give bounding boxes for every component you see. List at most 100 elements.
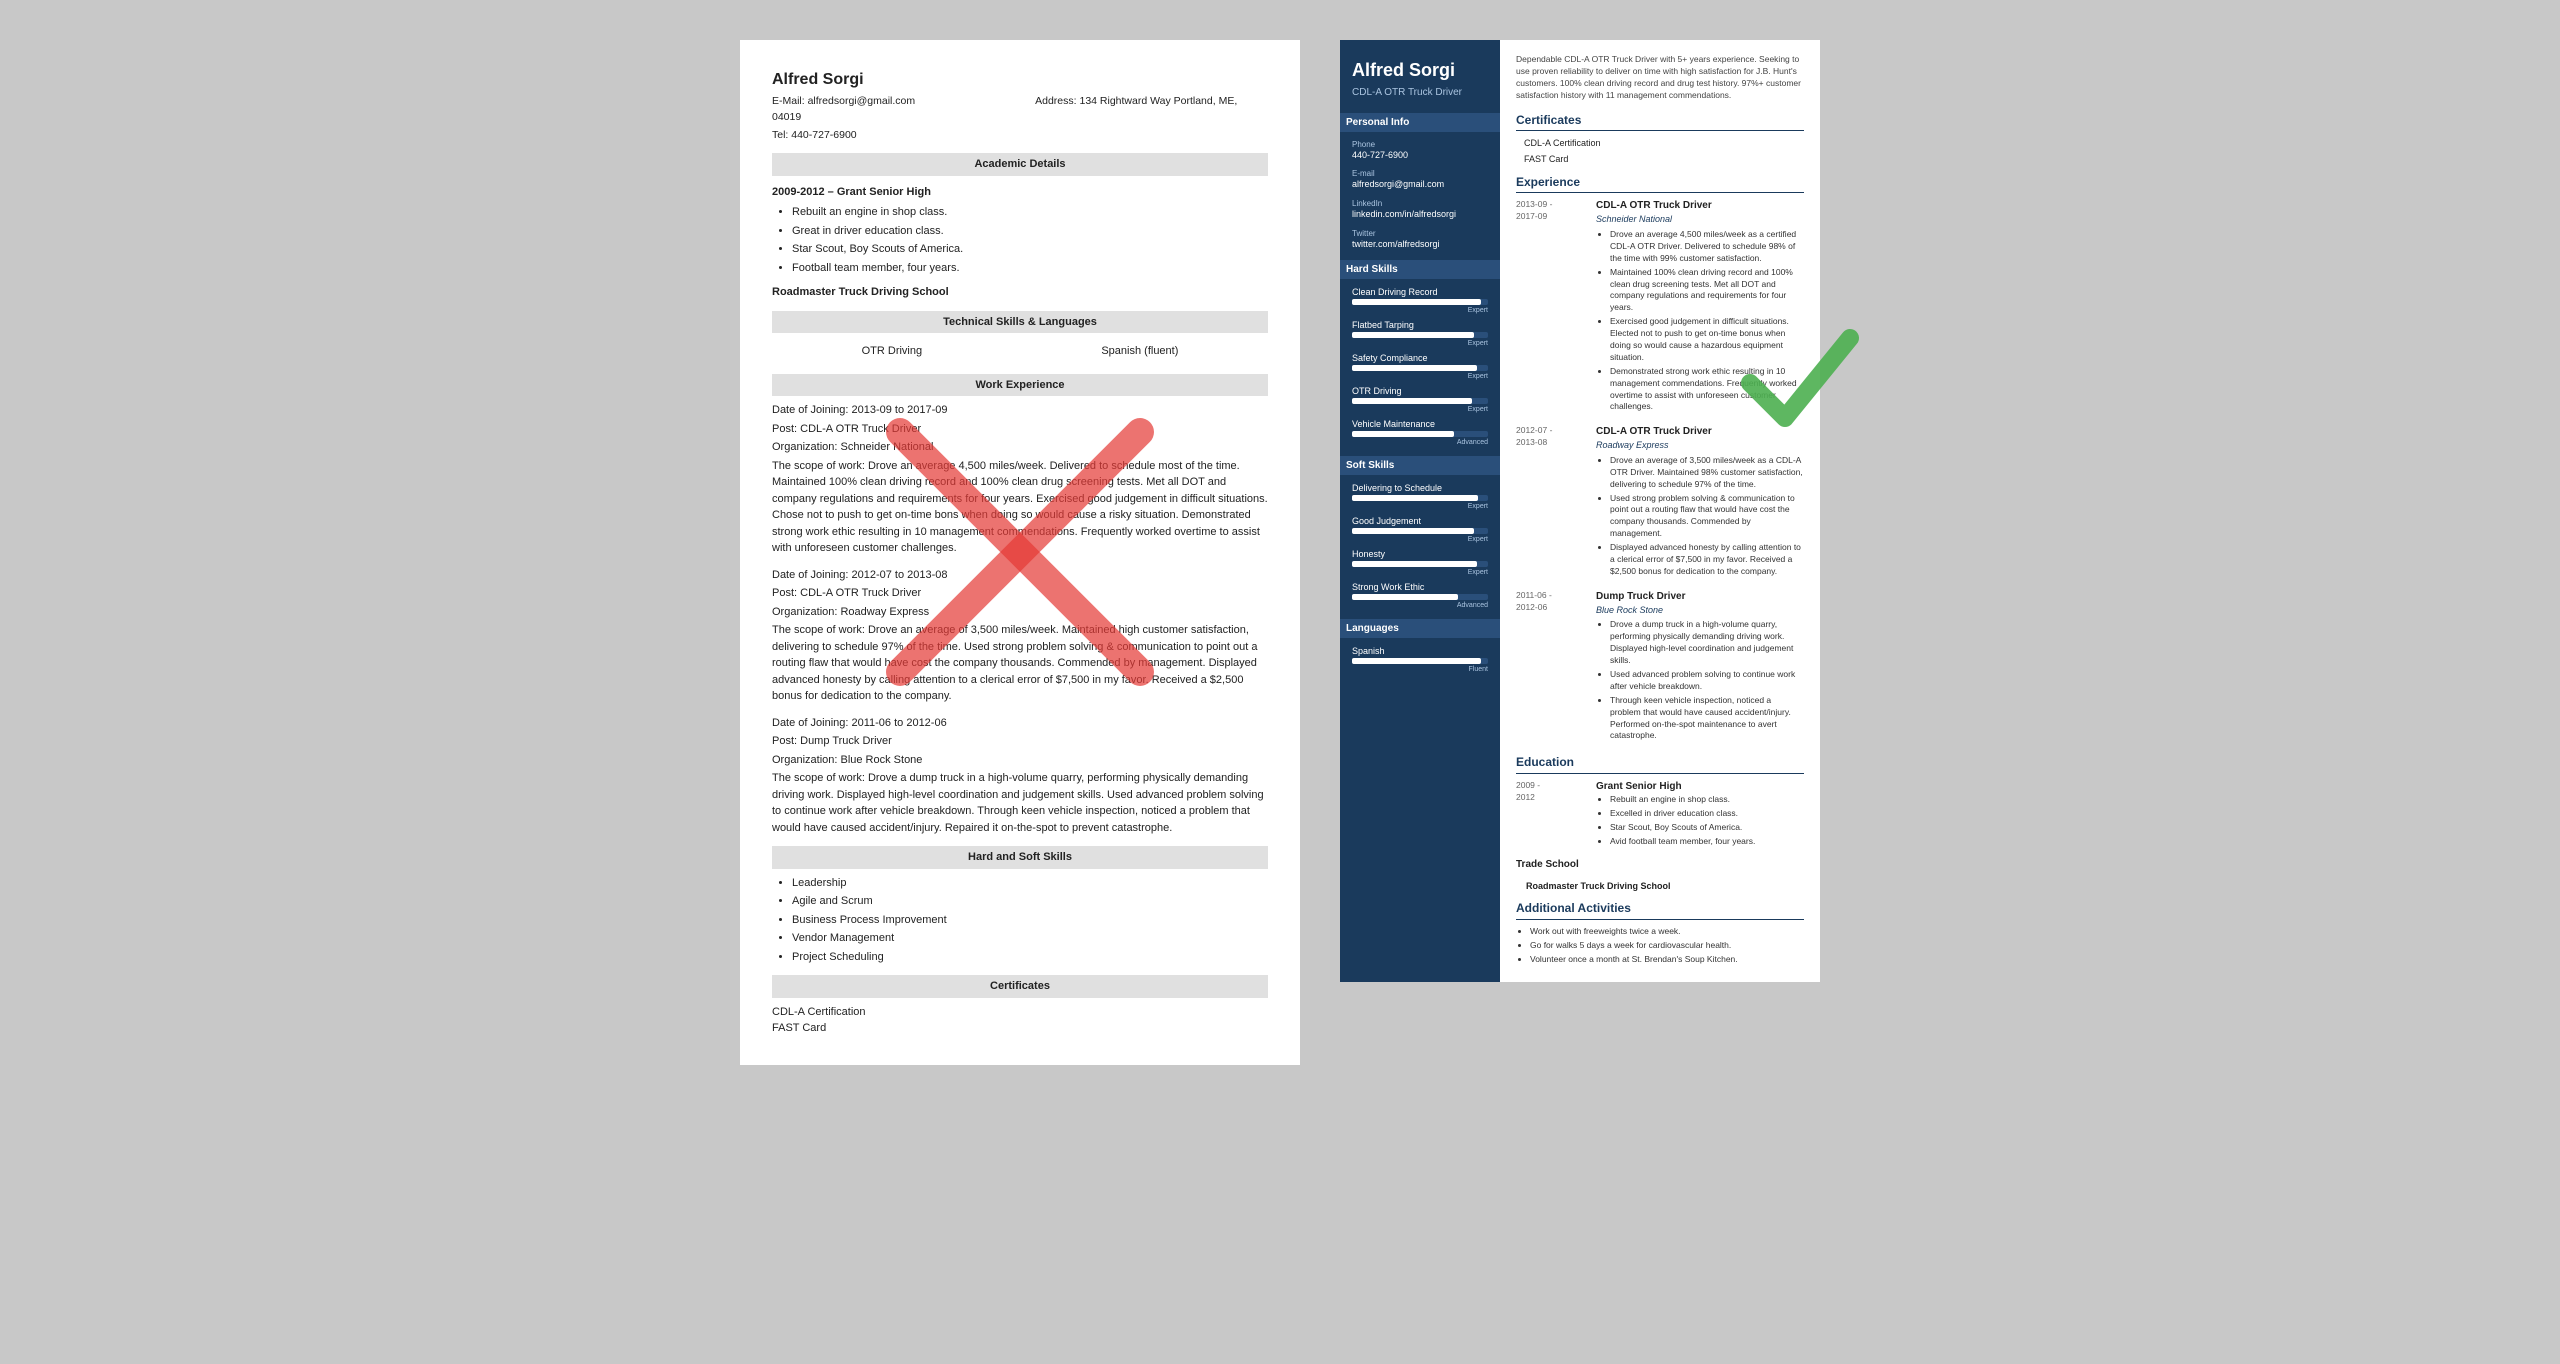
exp-title-3: Dump Truck Driver — [1596, 590, 1804, 604]
academic-section-header: Academic Details — [772, 153, 1268, 176]
academic-entry: 2009-2012 – Grant Senior High — [772, 184, 1268, 201]
languages-title: Languages — [1340, 619, 1500, 638]
personal-info-title: Personal Info — [1340, 113, 1500, 132]
edu-entry-trade-heading: Trade School — [1516, 858, 1804, 872]
phone-value: 440-727-6900 — [1352, 150, 1488, 162]
soft-skill-name-4: Strong Work Ethic — [1352, 582, 1488, 592]
hard-skill-name-2: Flatbed Tarping — [1352, 320, 1488, 330]
exp-title-2: CDL-A OTR Truck Driver — [1596, 425, 1804, 439]
soft-skill-5: Project Scheduling — [792, 949, 1268, 966]
right-cert-1: CDL-A Certification — [1516, 137, 1804, 150]
academic-bullet-3: Star Scout, Boy Scouts of America. — [792, 241, 1268, 258]
soft-skill-fill-1 — [1352, 495, 1478, 501]
exp-bullet-3-2: Used advanced problem solving to continu… — [1610, 669, 1804, 693]
activity-2: Go for walks 5 days a week for cardiovas… — [1530, 940, 1804, 952]
languages-list: Spanish Fluent — [1352, 646, 1488, 673]
resume-right-inner: Alfred Sorgi CDL-A OTR Truck Driver Pers… — [1340, 40, 1820, 982]
soft-skill-4: Vendor Management — [792, 930, 1268, 947]
trade-school: Roadmaster Truck Driving School — [772, 284, 1268, 301]
trade-school-name: Roadmaster Truck Driving School — [1516, 880, 1804, 893]
exp-title-1: CDL-A OTR Truck Driver — [1596, 199, 1804, 213]
hard-skill-label-2: Expert — [1352, 340, 1488, 347]
technical-skills-header: Technical Skills & Languages — [772, 311, 1268, 334]
exp-bullet-3-3: Through keen vehicle inspection, noticed… — [1610, 695, 1804, 743]
certificates-heading: Certificates — [1516, 112, 1804, 132]
academic-bullets: Rebuilt an engine in shop class. Great i… — [772, 204, 1268, 276]
experience-heading: Experience — [1516, 174, 1804, 194]
exp-bullets-2: Drove an average of 3,500 miles/week as … — [1596, 455, 1804, 578]
work-post-2: Post: CDL-A OTR Truck Driver — [772, 585, 1268, 602]
soft-skill-label-2: Expert — [1352, 536, 1488, 543]
education-heading: Education — [1516, 754, 1804, 774]
exp-company-1: Schneider National — [1596, 213, 1804, 226]
soft-skill-bar-3 — [1352, 561, 1488, 567]
hard-skill-fill-2 — [1352, 332, 1474, 338]
exp-entry-3: 2011-06 - 2012-06 Dump Truck Driver Blue… — [1516, 590, 1804, 745]
hard-skill-fill-3 — [1352, 365, 1477, 371]
exp-bullets-1: Drove an average 4,500 miles/week as a c… — [1596, 229, 1804, 413]
lang-bar-1 — [1352, 658, 1488, 664]
edu-bullet-1-4: Avid football team member, four years. — [1610, 836, 1804, 848]
twitter-label: Twitter — [1352, 229, 1488, 238]
hard-skill-fill-4 — [1352, 398, 1472, 404]
left-tel: Tel: 440-727-6900 — [772, 128, 1268, 144]
work-scope-2: The scope of work: Drove an average of 3… — [772, 622, 1268, 705]
lang-label-1: Fluent — [1352, 666, 1488, 673]
soft-skill-label-3: Expert — [1352, 569, 1488, 576]
activity-1: Work out with freeweights twice a week. — [1530, 926, 1804, 938]
academic-bullet-2: Great in driver education class. — [792, 223, 1268, 240]
hard-skill-fill-1 — [1352, 299, 1481, 305]
soft-skill-3: Business Process Improvement — [792, 912, 1268, 929]
exp-bullet-2-2: Used strong problem solving & communicat… — [1610, 493, 1804, 541]
soft-skill-label-1: Expert — [1352, 503, 1488, 510]
soft-skill-2: Agile and Scrum — [792, 893, 1268, 910]
soft-skill-label-4: Advanced — [1352, 602, 1488, 609]
work-experience-header: Work Experience — [772, 374, 1268, 397]
soft-skill-fill-4 — [1352, 594, 1458, 600]
lang-fill-1 — [1352, 658, 1481, 664]
resume-summary: Dependable CDL-A OTR Truck Driver with 5… — [1516, 54, 1804, 102]
left-name: Alfred Sorgi — [772, 68, 1268, 92]
exp-bullet-3-1: Drove a dump truck in a high-volume quar… — [1610, 619, 1804, 667]
exp-bullet-2-3: Displayed advanced honesty by calling at… — [1610, 542, 1804, 578]
exp-details-3: Dump Truck Driver Blue Rock Stone Drove … — [1596, 590, 1804, 743]
soft-skill-name-1: Delivering to Schedule — [1352, 483, 1488, 493]
work-dates-2: Date of Joining: 2012-07 to 2013-08 — [772, 567, 1268, 584]
hard-skill-name-5: Vehicle Maintenance — [1352, 419, 1488, 429]
exp-bullet-1-4: Demonstrated strong work ethic resulting… — [1610, 366, 1804, 414]
hard-skill-bar-1 — [1352, 299, 1488, 305]
hard-skill-name-3: Safety Compliance — [1352, 353, 1488, 363]
email-label: E-mail — [1352, 169, 1488, 178]
edu-bullet-1-1: Rebuilt an engine in shop class. — [1610, 794, 1804, 806]
exp-details-2: CDL-A OTR Truck Driver Roadway Express D… — [1596, 425, 1804, 578]
exp-company-2: Roadway Express — [1596, 439, 1804, 452]
phone-label: Phone — [1352, 140, 1488, 149]
linkedin-value: linkedin.com/in/alfredsorgi — [1352, 209, 1488, 221]
exp-entry-1: 2013-09 - 2017-09 CDL-A OTR Truck Driver… — [1516, 199, 1804, 415]
lang-name-1: Spanish — [1352, 646, 1488, 656]
email-value: alfredsorgi@gmail.com — [1352, 179, 1488, 191]
soft-skill-fill-2 — [1352, 528, 1474, 534]
resume-bad: Alfred Sorgi E-Mail: alfredsorgi@gmail.c… — [740, 40, 1300, 1065]
twitter-value: twitter.com/alfredsorgi — [1352, 239, 1488, 251]
hard-skill-label-3: Expert — [1352, 373, 1488, 380]
exp-entry-2: 2012-07 - 2013-08 CDL-A OTR Truck Driver… — [1516, 425, 1804, 580]
hard-skill-name-1: Clean Driving Record — [1352, 287, 1488, 297]
hard-soft-skills-header: Hard and Soft Skills — [772, 846, 1268, 869]
academic-bullet-4: Football team member, four years. — [792, 260, 1268, 277]
hard-skill-bar-4 — [1352, 398, 1488, 404]
edu-dates-1: 2009 - 2012 — [1516, 780, 1586, 804]
soft-skill-name-3: Honesty — [1352, 549, 1488, 559]
work-entry-2: Date of Joining: 2012-07 to 2013-08 Post… — [772, 567, 1268, 705]
skill-otr: OTR Driving — [862, 343, 923, 360]
soft-skill-fill-3 — [1352, 561, 1477, 567]
soft-skill-bar-2 — [1352, 528, 1488, 534]
exp-bullets-3: Drove a dump truck in a high-volume quar… — [1596, 619, 1804, 742]
work-post-3: Post: Dump Truck Driver — [772, 733, 1268, 750]
resume-content: Dependable CDL-A OTR Truck Driver with 5… — [1500, 40, 1820, 982]
hard-skill-label-1: Expert — [1352, 307, 1488, 314]
right-name: Alfred Sorgi — [1352, 60, 1488, 82]
soft-skill-1: Leadership — [792, 875, 1268, 892]
activity-3: Volunteer once a month at St. Brendan's … — [1530, 954, 1804, 966]
work-scope-1: The scope of work: Drove an average 4,50… — [772, 458, 1268, 557]
